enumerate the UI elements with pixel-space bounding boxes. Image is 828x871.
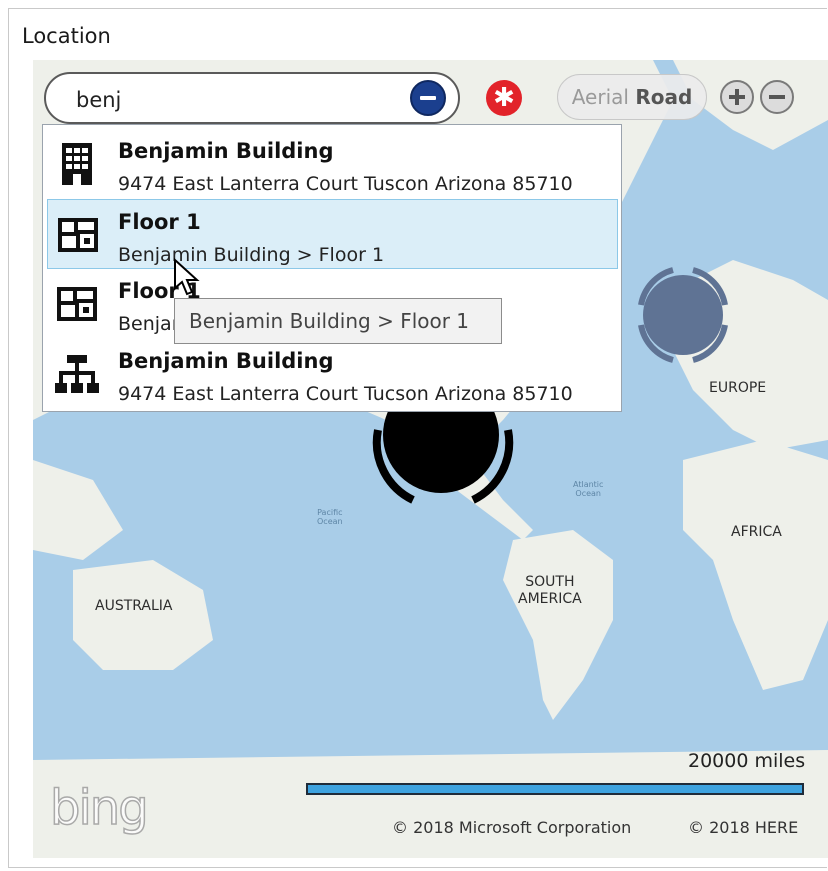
copyright-microsoft: © 2018 Microsoft Corporation: [392, 818, 632, 837]
suggestion-item[interactable]: Benjamin Building 9474 East Lanterra Cou…: [43, 129, 621, 199]
building-icon: [62, 143, 92, 185]
map-label-south-america: SOUTH AMERICA: [518, 574, 582, 607]
suggestion-subtitle: Benjamin Building > Floor 1: [118, 244, 385, 266]
search-suggestions: Benjamin Building 9474 East Lanterra Cou…: [42, 124, 622, 412]
zoom-in-button[interactable]: [720, 80, 754, 114]
mouse-pointer-icon: [174, 258, 200, 296]
floor-plan-icon: [57, 287, 97, 321]
map-label-australia: AUSTRALIA: [95, 598, 173, 614]
suggestion-subtitle: 9474 East Lanterra Court Tuscon Arizona …: [118, 173, 573, 195]
search-box: [44, 72, 460, 124]
copyright-here: © 2018 HERE: [688, 818, 799, 837]
search-input[interactable]: [74, 84, 378, 116]
aerial-view-button[interactable]: Aerial: [572, 85, 629, 109]
suggestion-title: Benjamin Building: [118, 139, 334, 163]
suggestion-subtitle: 9474 East Lanterra Court Tucson Arizona …: [118, 383, 573, 405]
zoom-out-button[interactable]: [760, 80, 794, 114]
map-label-atlantic-ocean: Atlantic Ocean: [573, 480, 604, 498]
bing-logo: bing: [49, 779, 149, 837]
scale-label: 20000 miles: [688, 750, 806, 772]
scale-bar: [306, 783, 804, 795]
hierarchy-icon: [55, 355, 99, 393]
map-view-toggle: Aerial Road: [557, 74, 707, 120]
map-label-africa: AFRICA: [731, 524, 782, 540]
panel-title: Location: [22, 24, 111, 48]
floor-plan-icon: [58, 218, 98, 252]
suggestion-item-highlighted[interactable]: Floor 1 Benjamin Building > Floor 1: [47, 199, 618, 269]
map-label-europe: EUROPE: [709, 380, 767, 396]
map-label-pacific-ocean: Pacific Ocean: [317, 508, 343, 526]
tooltip: Benjamin Building > Floor 1: [174, 298, 502, 344]
clear-search-button[interactable]: ✱: [486, 80, 522, 116]
search-button[interactable]: [410, 80, 446, 116]
suggestion-title: Floor 1: [118, 210, 201, 234]
road-view-button[interactable]: Road: [635, 85, 692, 109]
red-asterisk-icon: ✱: [493, 83, 515, 113]
suggestion-item[interactable]: Benjamin Building 9474 East Lanterra Cou…: [43, 339, 621, 409]
suggestion-title: Benjamin Building: [118, 349, 334, 373]
